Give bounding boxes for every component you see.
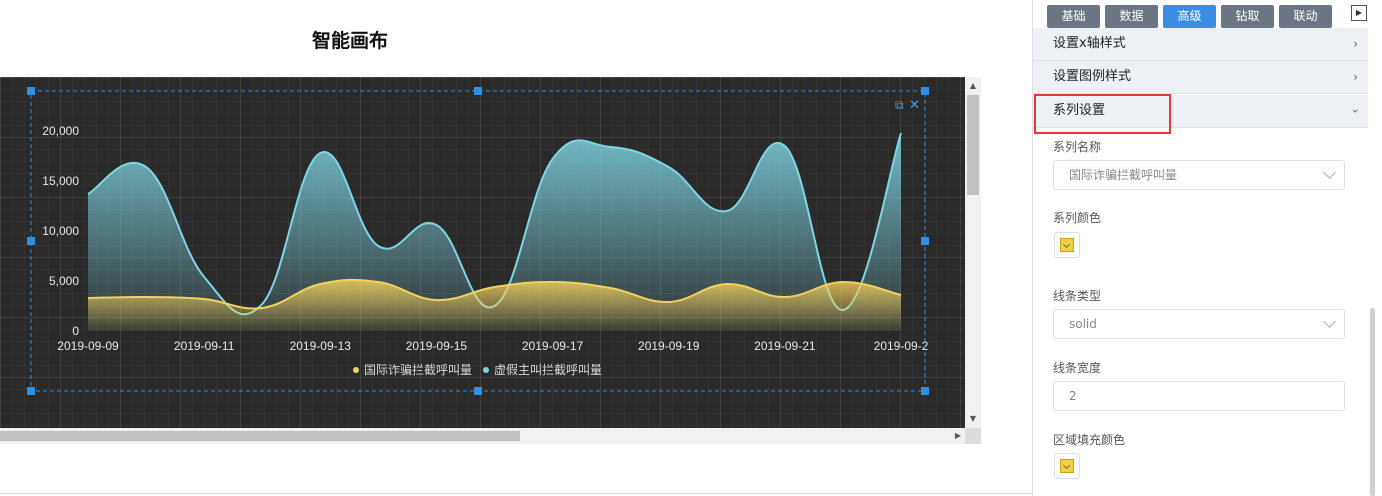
vertical-scrollbar[interactable]: ▲ ▼ — [965, 77, 981, 428]
y-tick-label: 5,000 — [49, 274, 79, 288]
chevron-down-icon — [1323, 315, 1336, 328]
resize-handle — [921, 87, 929, 95]
resize-handle — [474, 87, 482, 95]
resize-handle — [27, 387, 35, 395]
line-width-label: 线条宽度 — [1053, 361, 1102, 375]
y-tick-label: 0 — [72, 324, 79, 338]
legend-marker — [353, 367, 359, 373]
section-label: 设置x轴样式 — [1053, 36, 1126, 51]
series-color-label: 系列颜色 — [1053, 211, 1102, 225]
section-legend-style[interactable]: 设置图例样式 › — [1033, 61, 1368, 94]
tab-data[interactable]: 数据 — [1105, 5, 1158, 28]
canvas-title: 智能画布 — [311, 30, 388, 52]
x-tick-label: 2019-09-19 — [638, 339, 700, 353]
line-type-value: solid — [1069, 317, 1097, 331]
area-chart: 20,000 15,000 10,000 5,000 02019-09-09 2019-0… — [27, 87, 929, 395]
resize-handle — [27, 87, 35, 95]
x-tick-label: 2019-09-11 — [174, 339, 235, 353]
x-tick-label: 2019-09-17 — [522, 339, 584, 353]
scroll-down-icon[interactable]: ▼ — [965, 412, 981, 426]
section-x-axis-style[interactable]: 设置x轴样式 › — [1033, 28, 1368, 61]
legend-label: 国际诈骗拦截呼叫量 — [364, 362, 472, 377]
x-tick-label: 2019-09-2 — [874, 339, 929, 353]
properties-panel: 基础 数据 高级 钻取 联动 ▶ 设置x轴样式 › 设置图例样式 › 系列设置 … — [1032, 0, 1382, 496]
chevron-right-icon: › — [1353, 37, 1358, 51]
tab-linkage[interactable]: 联动 — [1279, 5, 1332, 28]
horizontal-scroll-thumb[interactable] — [0, 431, 520, 441]
tab-advanced[interactable]: 高级 — [1163, 5, 1216, 28]
copy-icon: ⧉ — [895, 98, 904, 112]
line-width-input[interactable]: 2 — [1053, 381, 1345, 411]
y-tick-label: 15,000 — [42, 174, 79, 188]
y-tick-label: 20,000 — [42, 124, 79, 138]
line-type-label: 线条类型 — [1053, 289, 1102, 303]
line-width-value: 2 — [1069, 389, 1077, 403]
resize-handle — [921, 387, 929, 395]
resize-handle — [27, 237, 35, 245]
canvas-area: 智能画布 20,000 15,000 10,000 5,000 0 2019-09-09 2… — [0, 0, 1032, 496]
scroll-right-icon[interactable]: ▶ — [955, 428, 961, 444]
area-fill-color-picker[interactable] — [1054, 453, 1080, 479]
series-name-select[interactable]: 国际诈骗拦截呼叫量 — [1053, 160, 1345, 190]
legend-label: 虚假主叫拦截呼叫量 — [494, 363, 602, 377]
chevron-down-icon — [1323, 166, 1336, 179]
horizontal-scrollbar[interactable]: ▶ — [0, 428, 965, 444]
series-name-value: 国际诈骗拦截呼叫量 — [1069, 168, 1178, 182]
x-tick-label: 2019-09-15 — [406, 339, 468, 353]
highlight-box — [1034, 94, 1171, 134]
x-tick-label: 2019-09-21 — [754, 339, 816, 353]
divider — [0, 493, 1032, 494]
close-icon: ✕ — [909, 98, 920, 113]
legend-marker — [483, 367, 489, 373]
x-tick-label: 2019-09-13 — [290, 339, 352, 353]
series-color-picker[interactable] — [1054, 232, 1080, 258]
chevron-down-icon: › — [1348, 108, 1363, 114]
chevron-right-icon: › — [1353, 70, 1358, 84]
tab-basic[interactable]: 基础 — [1047, 5, 1100, 28]
vertical-scroll-thumb[interactable] — [967, 95, 979, 195]
x-tick-label: 2019-09-09 — [57, 339, 119, 353]
sidebar-toggle-icon[interactable]: ▶ — [1351, 5, 1367, 21]
section-label: 设置图例样式 — [1053, 69, 1132, 84]
area-fill-label: 区域填充颜色 — [1053, 433, 1126, 447]
y-tick-label: 10,000 — [42, 224, 79, 238]
scrollbar-corner — [965, 428, 981, 444]
chart-widget[interactable]: 20,000 15,000 10,000 5,000 0 2019-09-09 2019-0… — [0, 77, 965, 428]
tab-drill[interactable]: 钻取 — [1221, 5, 1274, 28]
series-name-label: 系列名称 — [1053, 140, 1102, 154]
panel-scrollbar[interactable] — [1370, 308, 1375, 496]
resize-handle — [921, 237, 929, 245]
resize-handle — [474, 387, 482, 395]
scroll-up-icon[interactable]: ▲ — [965, 79, 981, 93]
panel-tabs: 基础 数据 高级 钻取 联动 — [1047, 5, 1332, 29]
line-type-select[interactable]: solid — [1053, 309, 1345, 339]
